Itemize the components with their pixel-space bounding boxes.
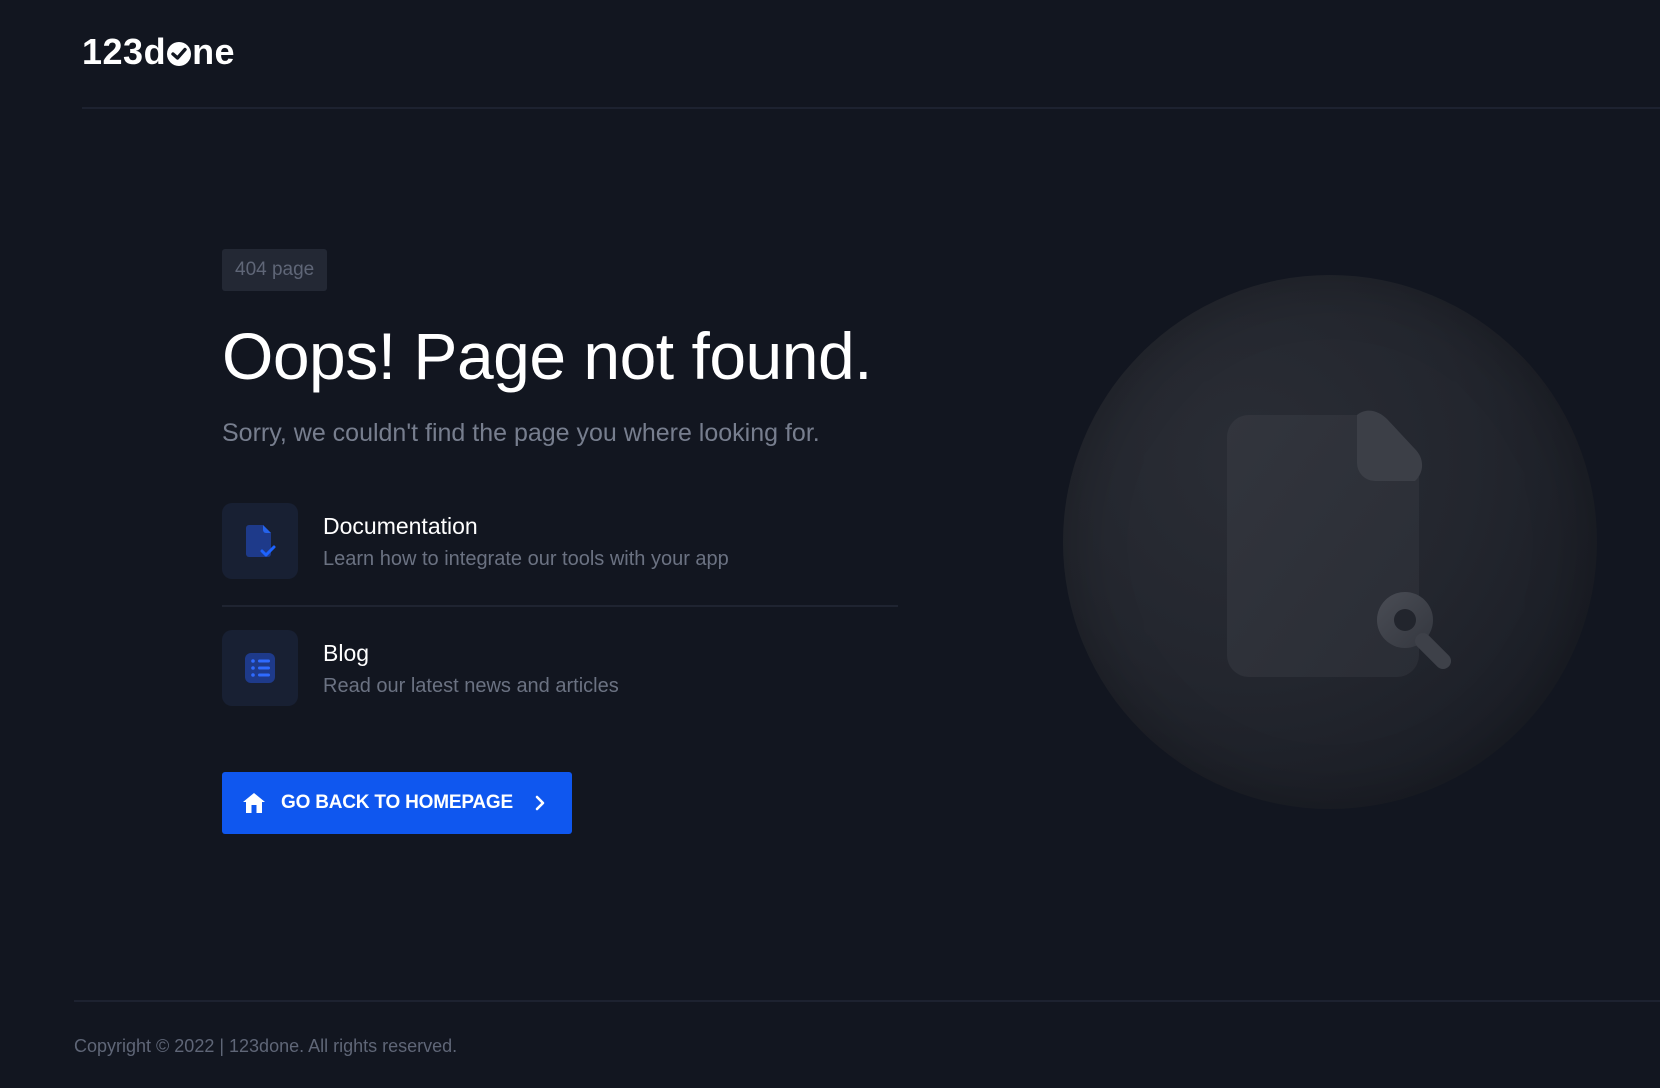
blog-link[interactable]: Blog Read our latest news and articles <box>222 630 898 710</box>
footer-divider <box>74 1000 1660 1002</box>
logo-text-suffix: ne <box>192 31 236 72</box>
document-check-icon <box>222 503 298 579</box>
logo-check-icon <box>167 42 192 66</box>
logo[interactable]: 123d ne <box>82 28 235 76</box>
chevron-right-icon <box>533 794 547 812</box>
page-title: Oops! Page not found. <box>222 319 872 393</box>
home-icon <box>241 791 267 815</box>
blog-link-title: Blog <box>323 640 370 666</box>
copyright-text: Copyright © 2022 | 123done. All rights r… <box>74 1036 458 1056</box>
documentation-link-title: Documentation <box>323 513 478 539</box>
file-search-icon <box>1227 410 1451 677</box>
page-subtitle: Sorry, we couldn't find the page you whe… <box>222 419 820 447</box>
illustration-circle <box>1063 275 1597 809</box>
logo-text-prefix: 123d <box>82 31 167 72</box>
go-back-homepage-label: GO BACK TO HOMEPAGE <box>281 792 513 813</box>
documentation-link-description: Learn how to integrate our tools with yo… <box>323 548 729 570</box>
link-divider <box>222 605 898 607</box>
documentation-link[interactable]: Documentation Learn how to integrate our… <box>222 503 898 583</box>
blog-link-description: Read our latest news and articles <box>323 675 619 697</box>
not-found-page: 123d ne 404 page Oops! Page not found. So… <box>0 0 1660 1088</box>
header-divider <box>82 107 1660 109</box>
error-code-badge: 404 page <box>222 249 328 291</box>
list-icon <box>222 630 298 706</box>
go-back-homepage-button[interactable]: GO BACK TO HOMEPAGE <box>222 772 572 834</box>
